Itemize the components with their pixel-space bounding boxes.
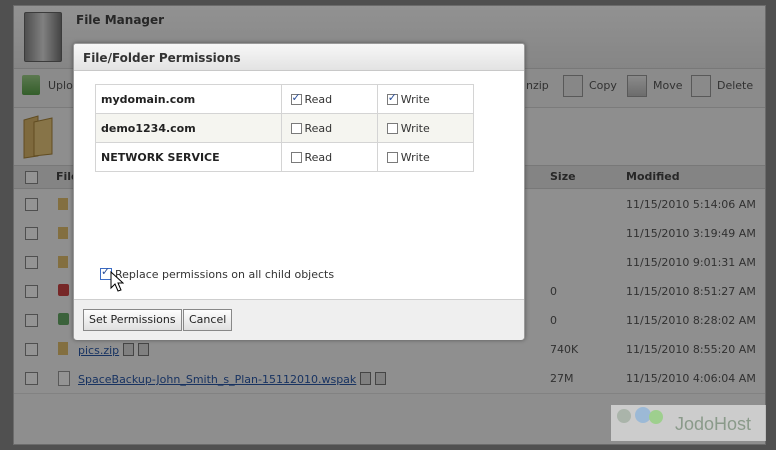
dialog-title: File/Folder Permissions (83, 51, 241, 65)
write-checkbox[interactable] (386, 91, 398, 105)
write-cell: Write (376, 113, 475, 143)
mouse-cursor-icon (110, 271, 124, 292)
permission-row: NETWORK SERVICE Read Write (95, 142, 475, 172)
read-checkbox[interactable] (290, 122, 302, 134)
watermark-brand: JodoHost (675, 414, 752, 434)
permission-row: demo1234.com Read Write (95, 113, 475, 143)
dialog-footer: Set Permissions Cancel (74, 299, 524, 340)
set-permissions-button[interactable]: Set Permissions (83, 309, 182, 331)
user-name: demo1234.com (95, 113, 282, 143)
user-name: mydomain.com (95, 84, 282, 114)
read-checkbox[interactable] (290, 151, 302, 163)
read-cell: Read (280, 142, 378, 172)
read-label: Read (304, 121, 333, 135)
write-label: Write (400, 121, 430, 135)
write-label: Write (400, 150, 430, 164)
replace-permissions-label: Replace permissions on all child objects (115, 268, 335, 281)
user-name: NETWORK SERVICE (95, 142, 282, 172)
write-cell: Write (376, 84, 475, 114)
dialog-titlebar[interactable]: File/Folder Permissions (74, 44, 524, 71)
read-cell: Read (280, 113, 378, 143)
write-label: Write (400, 92, 430, 106)
write-checkbox[interactable] (386, 122, 398, 134)
read-label: Read (304, 92, 333, 106)
permissions-dialog: File/Folder Permissions mydomain.com Rea… (73, 43, 525, 340)
person-icon (617, 409, 631, 423)
person-icon (649, 410, 663, 424)
read-label: Read (304, 150, 333, 164)
watermark: JodoHost (611, 405, 766, 441)
permissions-table: mydomain.com Read Write demo1234.com Rea… (95, 84, 475, 172)
read-cell: Read (280, 84, 378, 114)
replace-permissions-option[interactable]: Replace permissions on all child objects (100, 265, 335, 281)
write-checkbox[interactable] (386, 151, 398, 163)
read-checkbox[interactable] (290, 91, 302, 105)
write-cell: Write (376, 142, 475, 172)
permission-row: mydomain.com Read Write (95, 84, 475, 114)
cancel-button[interactable]: Cancel (183, 309, 233, 331)
